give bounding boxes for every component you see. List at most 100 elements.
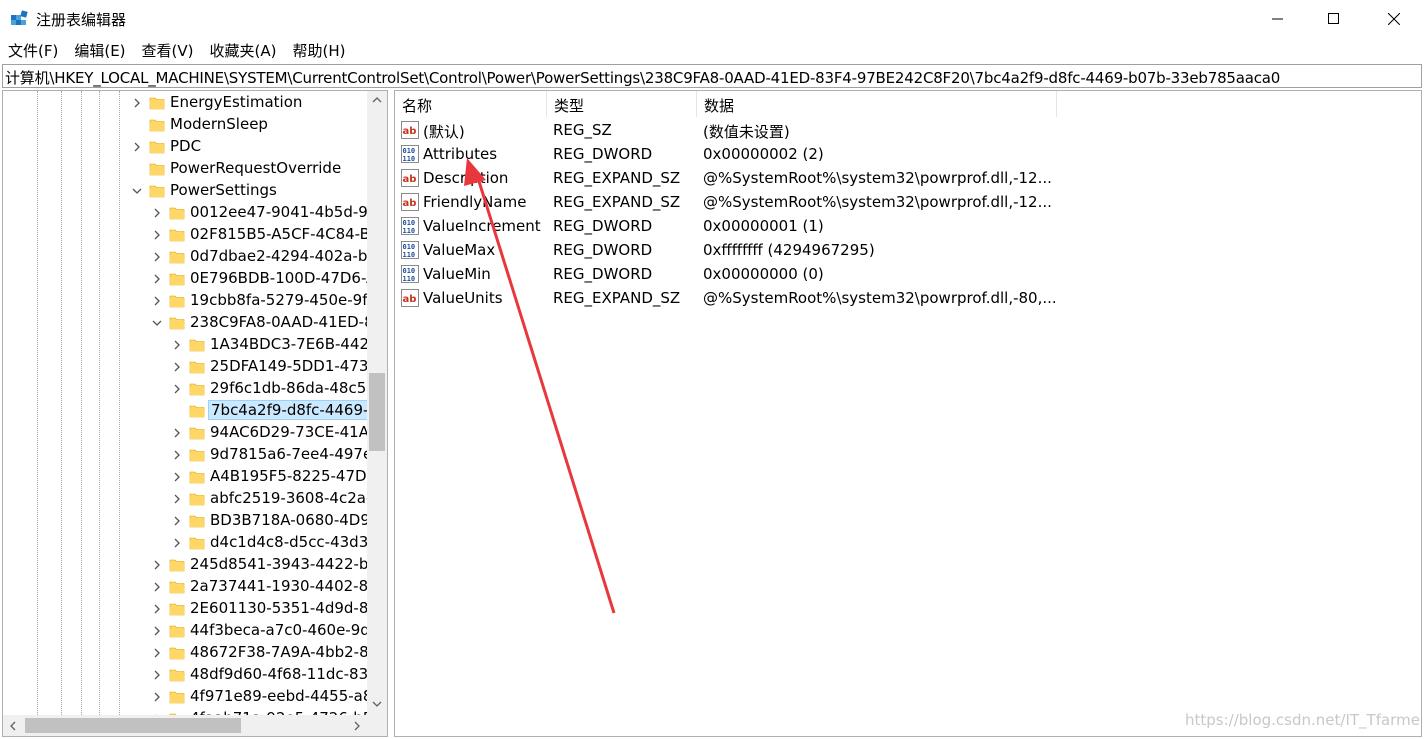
chevron-right-icon[interactable] xyxy=(151,580,163,594)
close-button[interactable] xyxy=(1366,0,1422,38)
tree-item[interactable]: 2E601130-5351-4d9d-8l xyxy=(3,598,369,620)
chevron-right-icon[interactable] xyxy=(151,206,163,220)
chevron-right-icon xyxy=(354,721,360,730)
folder-icon xyxy=(189,447,205,463)
tree-item[interactable]: 48672F38-7A9A-4bb2-8 xyxy=(3,642,369,664)
menu-file[interactable]: 文件(F) xyxy=(0,38,66,62)
chevron-down-icon[interactable] xyxy=(151,316,163,330)
tree-item-label: 29f6c1db-86da-48c5- xyxy=(210,379,369,397)
chevron-right-icon[interactable] xyxy=(171,360,183,374)
value-row[interactable]: ab (默认) REG_SZ (数值未设置) xyxy=(395,118,1421,142)
chevron-right-icon[interactable] xyxy=(151,602,163,616)
menu-view[interactable]: 查看(V) xyxy=(134,38,202,62)
menu-favorites[interactable]: 收藏夹(A) xyxy=(202,38,285,62)
tree-item[interactable]: 94AC6D29-73CE-41A xyxy=(3,422,369,444)
value-row[interactable]: 010 110 ValueMax REG_DWORD 0xffffffff (42949… xyxy=(395,238,1421,262)
tree-item-label: PDC xyxy=(170,137,202,155)
chevron-right-icon[interactable] xyxy=(151,624,163,638)
chevron-right-icon[interactable] xyxy=(171,426,183,440)
tree-item[interactable]: 29f6c1db-86da-48c5- xyxy=(3,378,369,400)
tree-item[interactable]: 0E796BDB-100D-47D6-A xyxy=(3,268,369,290)
scroll-up-button[interactable] xyxy=(367,91,387,109)
tree-item[interactable]: 2a737441-1930-4402-8 xyxy=(3,576,369,598)
tree-item[interactable]: d4c1d4c8-d5cc-43d3 xyxy=(3,532,369,554)
key-tree: EnergyEstimation ModernSleep PDC PowerReque… xyxy=(3,91,369,715)
minimize-icon xyxy=(1272,18,1283,20)
chevron-right-icon[interactable] xyxy=(151,558,163,572)
value-row[interactable]: ab Description REG_EXPAND_SZ @%SystemRoot%\… xyxy=(395,166,1421,190)
chevron-right-icon[interactable] xyxy=(171,514,183,528)
column-data-header[interactable]: 数据 xyxy=(697,91,1057,117)
chevron-right-icon[interactable] xyxy=(131,96,143,110)
chevron-right-icon[interactable] xyxy=(151,646,163,660)
tree-item[interactable]: EnergyEstimation xyxy=(3,92,369,114)
list-header: 名称 类型 数据 xyxy=(395,91,1421,117)
value-row[interactable]: 010 110 ValueIncrement REG_DWORD 0x00000001 … xyxy=(395,214,1421,238)
value-row[interactable]: 010 110 ValueMin REG_DWORD 0x00000000 (0) xyxy=(395,262,1421,286)
value-row[interactable]: ab ValueUnits REG_EXPAND_SZ @%SystemRoot%\s… xyxy=(395,286,1421,310)
chevron-right-icon[interactable] xyxy=(171,492,183,506)
chevron-right-icon[interactable] xyxy=(171,470,183,484)
tree-item[interactable]: 25DFA149-5DD1-473 xyxy=(3,356,369,378)
value-type: REG_DWORD xyxy=(553,145,653,163)
chevron-down-icon[interactable] xyxy=(131,184,143,198)
menu-help[interactable]: 帮助(H) xyxy=(284,38,353,62)
chevron-right-icon[interactable] xyxy=(171,382,183,396)
menu-edit[interactable]: 编辑(E) xyxy=(66,38,133,62)
tree-item[interactable]: 44f3beca-a7c0-460e-9d xyxy=(3,620,369,642)
scroll-thumb[interactable] xyxy=(25,718,241,733)
svg-text:010: 010 xyxy=(403,267,416,275)
chevron-right-icon[interactable] xyxy=(151,272,163,286)
tree-item[interactable]: 245d8541-3943-4422-b xyxy=(3,554,369,576)
tree-item[interactable]: A4B195F5-8225-47D8 xyxy=(3,466,369,488)
maximize-button[interactable] xyxy=(1306,0,1362,38)
scroll-right-button[interactable] xyxy=(347,715,367,736)
tree-vertical-scrollbar[interactable] xyxy=(367,91,387,715)
tree-item[interactable]: 0d7dbae2-4294-402a-b xyxy=(3,246,369,268)
scroll-thumb[interactable] xyxy=(369,373,385,451)
chevron-right-icon[interactable] xyxy=(151,690,163,704)
address-bar[interactable]: 计算机\HKEY_LOCAL_MACHINE\SYSTEM\CurrentCon… xyxy=(2,64,1422,88)
tree-item[interactable]: 1A34BDC3-7E6B-442E xyxy=(3,334,369,356)
chevron-right-icon[interactable] xyxy=(171,448,183,462)
tree-item[interactable]: ModernSleep xyxy=(3,114,369,136)
column-type-header[interactable]: 类型 xyxy=(547,91,697,117)
tree-item[interactable]: 19cbb8fa-5279-450e-9f xyxy=(3,290,369,312)
chevron-right-icon[interactable] xyxy=(171,536,183,550)
scroll-left-button[interactable] xyxy=(3,715,23,736)
value-name: ValueUnits xyxy=(423,289,503,307)
value-type: REG_SZ xyxy=(553,121,612,139)
chevron-down-icon xyxy=(372,701,382,707)
tree-item[interactable]: 9d7815a6-7ee4-497e xyxy=(3,444,369,466)
scroll-down-button[interactable] xyxy=(367,695,387,713)
tree-item[interactable]: 02F815B5-A5CF-4C84-Bl xyxy=(3,224,369,246)
tree-item[interactable]: 238C9FA8-0AAD-41ED-8 xyxy=(3,312,369,334)
chevron-right-icon[interactable] xyxy=(151,294,163,308)
tree-item[interactable]: 7bc4a2f9-d8fc-4469-l xyxy=(3,400,369,422)
minimize-button[interactable] xyxy=(1250,0,1306,38)
tree-horizontal-scrollbar[interactable] xyxy=(3,715,367,736)
tree-item[interactable]: PowerRequestOverride xyxy=(3,158,369,180)
tree-item[interactable]: 4f971e89-eebd-4455-a8 xyxy=(3,686,369,708)
chevron-right-icon[interactable] xyxy=(171,338,183,352)
binary-value-icon: 010 110 xyxy=(401,217,419,235)
folder-icon xyxy=(189,425,205,441)
chevron-right-icon[interactable] xyxy=(151,228,163,242)
svg-text:010: 010 xyxy=(403,219,416,227)
value-row[interactable]: ab FriendlyName REG_EXPAND_SZ @%SystemRoot%… xyxy=(395,190,1421,214)
tree-item[interactable]: PowerSettings xyxy=(3,180,369,202)
column-name-header[interactable]: 名称 xyxy=(395,91,547,117)
tree-item[interactable]: 4faab71a-92e5-4726-b5 xyxy=(3,708,369,715)
tree-item[interactable]: abfc2519-3608-4c2a- xyxy=(3,488,369,510)
chevron-right-icon[interactable] xyxy=(151,668,163,682)
tree-item[interactable]: PDC xyxy=(3,136,369,158)
chevron-right-icon[interactable] xyxy=(151,250,163,264)
tree-item[interactable]: BD3B718A-0680-4D9l xyxy=(3,510,369,532)
tree-item-label: ModernSleep xyxy=(170,115,268,133)
chevron-right-icon[interactable] xyxy=(131,140,143,154)
maximize-icon xyxy=(1328,13,1339,24)
tree-item[interactable]: 0012ee47-9041-4b5d-9l xyxy=(3,202,369,224)
value-row[interactable]: 010 110 Attributes REG_DWORD 0x00000002 (2) xyxy=(395,142,1421,166)
tree-item[interactable]: 48df9d60-4f68-11dc-83 xyxy=(3,664,369,686)
value-name: ValueIncrement xyxy=(423,217,541,235)
